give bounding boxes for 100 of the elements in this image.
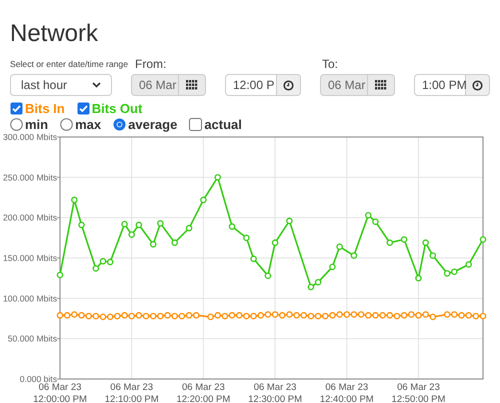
point <box>272 239 278 246</box>
point <box>250 256 257 262</box>
to-label: To: <box>322 56 338 72</box>
point <box>458 312 465 319</box>
time-field[interactable]: 12:00 P <box>225 74 277 96</box>
point <box>480 236 486 243</box>
point <box>128 231 135 238</box>
point <box>386 239 394 246</box>
point <box>444 270 450 277</box>
y-tick-label: 50.000 Mbits <box>8 334 57 344</box>
point <box>150 312 156 320</box>
point <box>56 272 64 278</box>
point <box>106 314 114 320</box>
point <box>164 312 171 319</box>
time-button[interactable] <box>277 74 301 96</box>
y-tick-label: 300.000 Mbits <box>3 132 57 142</box>
point <box>121 312 128 319</box>
radio-button[interactable] <box>10 118 23 131</box>
point <box>400 236 408 243</box>
time-button[interactable] <box>466 74 490 96</box>
point <box>415 274 422 282</box>
point <box>322 312 329 320</box>
point <box>264 272 272 279</box>
point <box>100 314 106 320</box>
calendar-button[interactable] <box>368 74 395 96</box>
point <box>150 241 156 248</box>
clock-icon <box>283 80 294 90</box>
point <box>200 196 207 204</box>
y-tick-label: 200.000 Mbits <box>3 212 57 223</box>
y-tick-label: 150.000 Mbits <box>3 253 57 263</box>
checkbox[interactable] <box>10 102 23 115</box>
point <box>422 311 429 318</box>
point <box>114 312 121 320</box>
point <box>100 258 106 264</box>
point <box>192 312 200 319</box>
point <box>379 312 386 319</box>
point <box>279 312 286 319</box>
date-field[interactable]: 06 Mar <box>131 74 179 96</box>
point <box>228 223 236 230</box>
chevron-icon <box>92 82 101 88</box>
point <box>56 312 64 319</box>
point <box>300 312 308 319</box>
point <box>451 311 458 318</box>
point <box>207 314 214 320</box>
checkbox[interactable] <box>189 118 202 131</box>
point <box>157 312 164 320</box>
legend-label: Bits Out <box>92 101 142 116</box>
x-tick-label: 12:20:00 PM <box>176 394 230 403</box>
point <box>400 312 408 319</box>
x-tick-label: 06 Mar 23 <box>254 382 296 393</box>
page-title: Network <box>10 20 100 48</box>
x-tick-label: 12:10:00 PM <box>104 394 159 403</box>
point <box>465 312 472 319</box>
point <box>243 234 250 242</box>
x-tick-label: 12:30:00 PM <box>248 394 302 403</box>
point <box>444 311 450 318</box>
point <box>372 218 379 225</box>
point <box>250 312 257 320</box>
y-tick-label: 0.000 bits <box>20 374 57 384</box>
point <box>365 312 372 319</box>
point <box>451 268 458 275</box>
checkbox[interactable] <box>76 102 90 115</box>
point <box>314 312 322 320</box>
point <box>186 224 192 232</box>
radio-button[interactable] <box>113 118 126 131</box>
point <box>136 312 142 319</box>
point <box>293 312 300 319</box>
point <box>71 196 78 204</box>
point <box>286 218 293 224</box>
date-field[interactable]: 06 Mar <box>320 74 368 96</box>
point <box>329 264 336 270</box>
point <box>430 252 436 259</box>
point <box>365 212 372 218</box>
point <box>178 312 186 320</box>
x-tick-label: 06 Mar 23 <box>397 382 440 393</box>
point <box>465 261 472 268</box>
point <box>336 243 343 250</box>
x-tick-label: 06 Mar 23 <box>325 382 368 393</box>
radio-button[interactable] <box>60 118 74 131</box>
range-dropdown[interactable]: last hour <box>10 74 112 96</box>
point <box>64 312 70 319</box>
option-label: min <box>25 117 48 132</box>
point <box>186 312 192 319</box>
point <box>214 174 221 181</box>
calendar-button[interactable] <box>179 74 206 96</box>
calendar-icon <box>186 80 198 90</box>
point <box>92 265 100 272</box>
point <box>336 311 343 318</box>
y-tick-label: 250.000 Mbits <box>3 172 57 182</box>
point <box>121 220 128 228</box>
point <box>78 312 85 319</box>
point <box>415 312 422 319</box>
time-field[interactable]: 1:00 PM <box>414 74 466 96</box>
point <box>214 312 221 319</box>
point <box>422 239 429 246</box>
point <box>472 312 480 320</box>
point <box>257 312 264 319</box>
point <box>350 252 358 259</box>
point <box>372 312 379 319</box>
point <box>142 312 150 320</box>
